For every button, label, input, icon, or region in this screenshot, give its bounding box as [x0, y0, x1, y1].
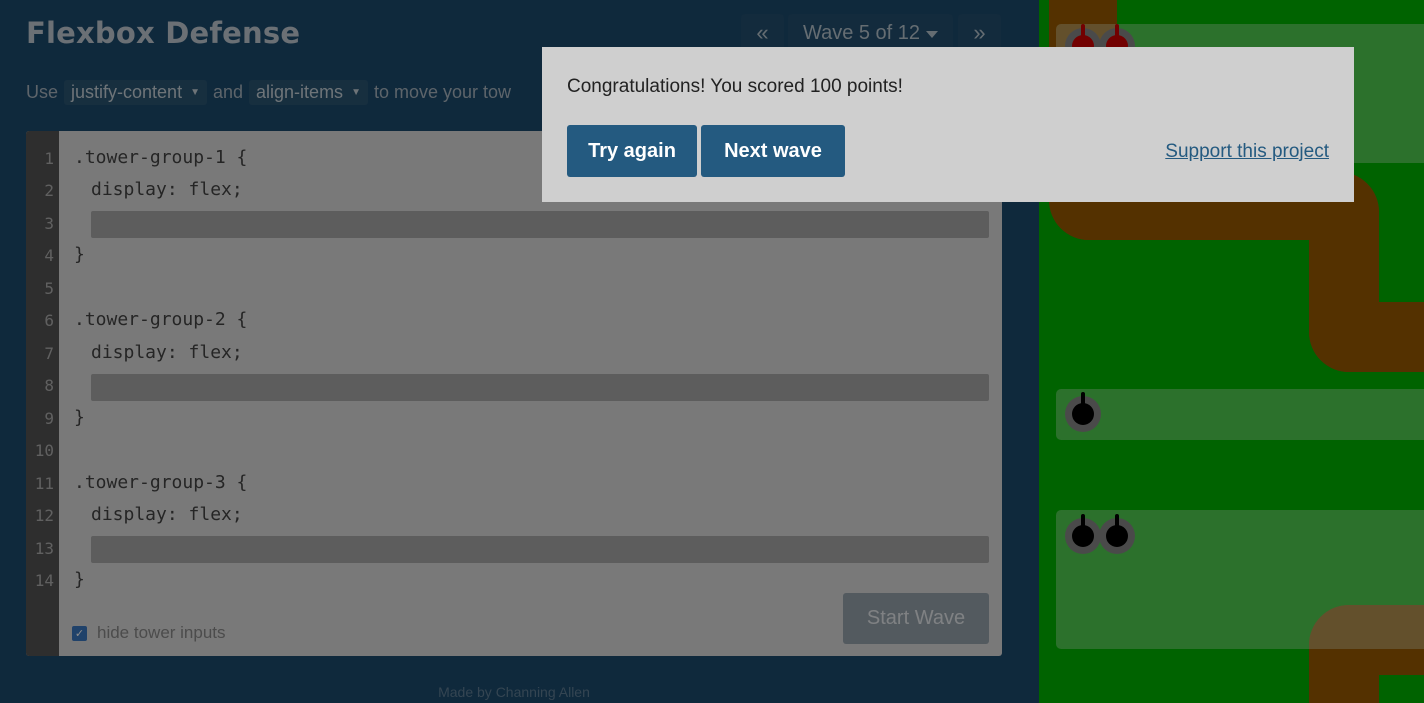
support-project-link[interactable]: Support this project: [1165, 141, 1329, 163]
result-dialog: Congratulations! You scored 100 points! …: [542, 47, 1354, 202]
result-message: Congratulations! You scored 100 points!: [567, 76, 903, 97]
next-wave-button[interactable]: Next wave: [701, 125, 845, 177]
try-again-button[interactable]: Try again: [567, 125, 697, 177]
